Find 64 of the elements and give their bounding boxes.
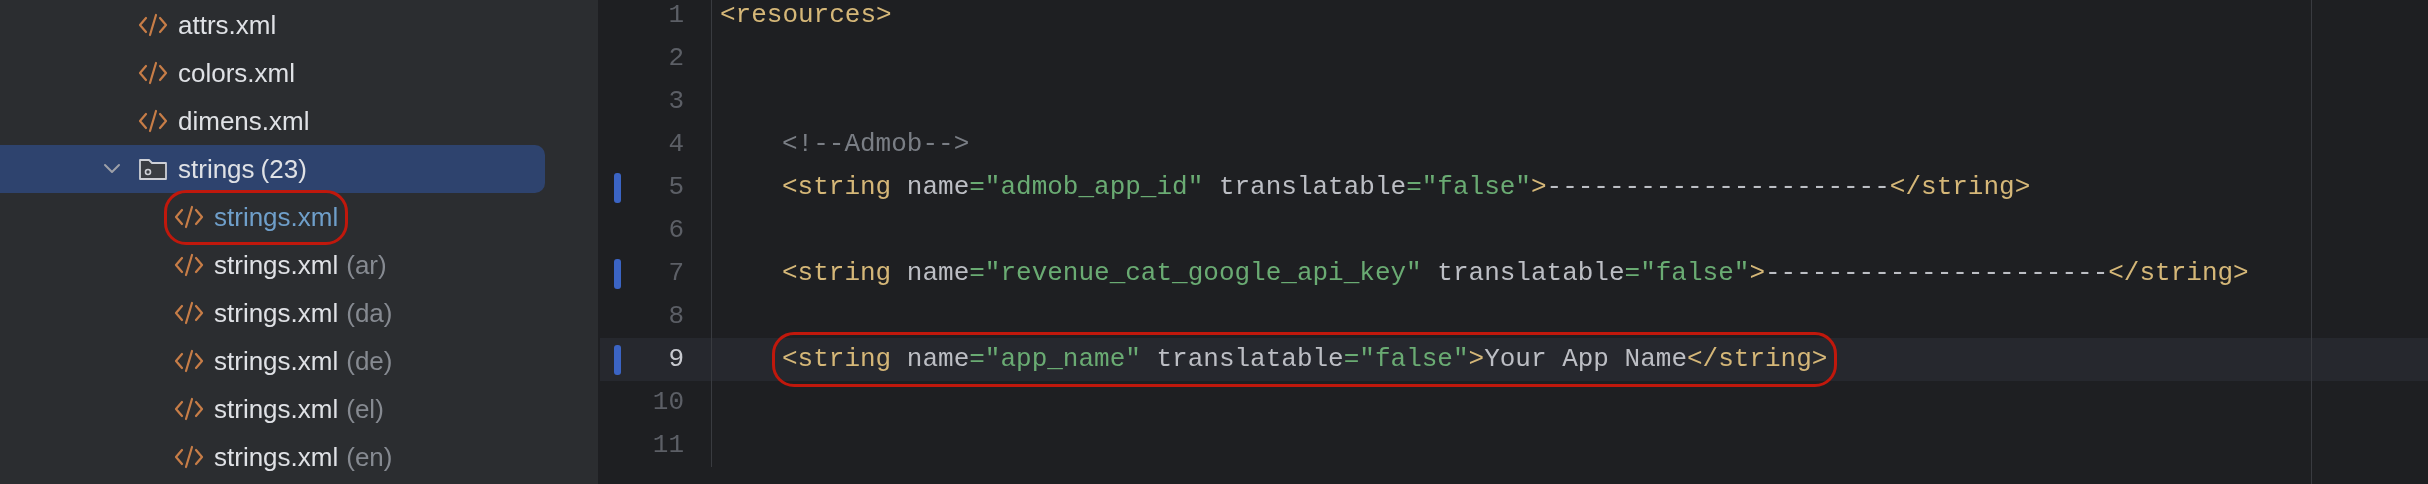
code-token: <string	[782, 343, 892, 376]
xml-file-icon	[174, 396, 204, 422]
locale-qualifier: (ar)	[346, 248, 387, 282]
file-name[interactable]: colors.xml	[178, 53, 295, 93]
xml-file-icon	[174, 300, 204, 326]
xml-file-icon	[138, 60, 168, 86]
code-token: Your App Name	[1484, 343, 1687, 376]
xml-file-icon	[138, 12, 168, 38]
line-number: 7	[668, 257, 684, 290]
code-token: ="false"	[1343, 343, 1469, 376]
xml-file-icon	[174, 444, 204, 470]
code-token: translatable	[1436, 257, 1625, 290]
code-token: <resources>	[720, 0, 892, 32]
file-name[interactable]: strings.xml	[214, 293, 339, 333]
code-token: translatable	[1217, 171, 1407, 204]
locale-qualifier: (de)	[346, 344, 393, 378]
line-number: 1	[668, 0, 684, 32]
item-count: (23)	[260, 152, 307, 186]
code-token: </string>	[1889, 171, 2031, 204]
code-token: name	[905, 171, 970, 204]
code-token: ----------------------	[1765, 257, 2109, 290]
code-token: name	[905, 257, 970, 290]
line-number: 4	[668, 128, 684, 161]
code-token: <string	[782, 257, 892, 290]
line-number: 11	[652, 429, 684, 462]
line-number: 6	[668, 214, 684, 247]
file-name[interactable]: strings.xml	[214, 389, 339, 429]
line-number: 9	[668, 343, 684, 376]
xml-file-icon	[174, 204, 204, 230]
file-name[interactable]: dimens.xml	[178, 101, 310, 141]
locale-qualifier: (da)	[346, 296, 393, 330]
code-token: >	[1530, 171, 1547, 204]
folder-name: strings	[178, 152, 255, 186]
code-token: ="false"	[1406, 171, 1531, 204]
code-token: ="revenue_cat_google_api_key"	[969, 257, 1422, 290]
xml-file-icon	[138, 108, 168, 134]
folder-icon	[138, 156, 168, 182]
line-number: 5	[668, 171, 684, 204]
locale-qualifier: (el)	[346, 392, 384, 426]
code-token: ="admob_app_id"	[969, 171, 1204, 204]
code-token: </string>	[1687, 343, 1828, 376]
code-token: ----------------------	[1546, 171, 1890, 204]
file-name[interactable]: strings.xml	[214, 197, 339, 237]
code-token: >	[1749, 257, 1765, 290]
code-token: name	[905, 343, 970, 376]
file-name[interactable]: strings.xml	[214, 437, 339, 477]
code-token: </string>	[2108, 257, 2249, 290]
file-name[interactable]: strings.xml	[214, 341, 339, 381]
code-token: >	[1468, 343, 1485, 376]
tree-row[interactable]: strings (23)	[0, 145, 545, 193]
line-number: 3	[668, 85, 684, 118]
file-name[interactable]: strings.xml	[214, 245, 339, 285]
code-token: <string	[782, 171, 892, 204]
locale-qualifier: (en)	[346, 440, 393, 474]
xml-file-icon	[174, 252, 204, 278]
code-token: ="app_name"	[969, 343, 1141, 376]
code-token: <!--Admob-->	[782, 128, 970, 161]
line-number: 2	[668, 42, 684, 75]
line-number: 8	[668, 300, 684, 333]
code-token: translatable	[1155, 343, 1344, 376]
line-number: 10	[652, 386, 684, 419]
file-name[interactable]: attrs.xml	[178, 5, 277, 45]
code-token: ="false"	[1624, 257, 1750, 290]
xml-file-icon	[174, 348, 204, 374]
